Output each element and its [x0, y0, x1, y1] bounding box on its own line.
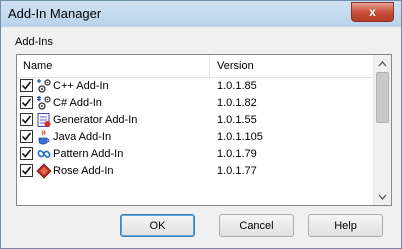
checkmark-icon	[21, 132, 32, 141]
rose-addin-icon	[36, 163, 52, 179]
list-header: Name Version	[17, 55, 374, 78]
enable-checkbox[interactable]	[20, 79, 33, 92]
vertical-scrollbar[interactable]	[373, 55, 391, 205]
enable-checkbox[interactable]	[20, 130, 33, 143]
addin-version: 1.0.1.55	[217, 114, 257, 126]
title-bar[interactable]: Add-In Manager x	[1, 1, 401, 27]
enable-checkbox[interactable]	[20, 113, 33, 126]
add-in-manager-window: Add-In Manager x Add-Ins Name Version C+…	[0, 0, 402, 249]
pattern-addin-icon	[36, 146, 52, 162]
addin-name: C++ Add-In	[53, 80, 109, 92]
list-item[interactable]: Pattern Add-In 1.0.1.79	[17, 146, 374, 163]
addin-version: 1.0.1.79	[217, 148, 257, 160]
window-title: Add-In Manager	[8, 6, 102, 21]
checkmark-icon	[21, 115, 32, 124]
addin-version: 1.0.1.85	[217, 80, 257, 92]
scroll-down-button[interactable]	[374, 188, 391, 205]
add-ins-group-label: Add-Ins	[15, 36, 53, 48]
list-item[interactable]: Generator Add-In 1.0.1.55	[17, 112, 374, 129]
checkmark-icon	[21, 149, 32, 158]
enable-checkbox[interactable]	[20, 147, 33, 160]
column-separator[interactable]	[209, 55, 210, 77]
list-item[interactable]: C++ Add-In 1.0.1.85	[17, 78, 374, 95]
addin-name: Generator Add-In	[53, 114, 138, 126]
java-addin-icon	[36, 129, 52, 145]
addin-name: Pattern Add-In	[53, 148, 124, 160]
csharp-addin-icon	[36, 95, 52, 111]
checkmark-icon	[21, 81, 32, 90]
close-button[interactable]: x	[351, 2, 394, 22]
enable-checkbox[interactable]	[20, 164, 33, 177]
list-item[interactable]: Java Add-In 1.0.1.105	[17, 129, 374, 146]
addin-name: Java Add-In	[53, 131, 112, 143]
generator-addin-icon	[36, 112, 52, 128]
addin-name: Rose Add-In	[53, 165, 114, 177]
dialog-body: Add-Ins Name Version C++ Add-In 1.0.1.85…	[9, 27, 393, 241]
add-ins-list[interactable]: Name Version C++ Add-In 1.0.1.85 C# Add-…	[16, 54, 392, 206]
scroll-thumb[interactable]	[376, 72, 389, 123]
chevron-up-icon	[378, 60, 387, 66]
close-icon: x	[369, 5, 376, 19]
addin-name: C# Add-In	[53, 97, 102, 109]
list-item[interactable]: Rose Add-In 1.0.1.77	[17, 163, 374, 180]
checkmark-icon	[21, 98, 32, 107]
chevron-down-icon	[378, 194, 387, 200]
addin-version: 1.0.1.82	[217, 97, 257, 109]
cancel-button[interactable]: Cancel	[219, 214, 294, 237]
list-item[interactable]: C# Add-In 1.0.1.82	[17, 95, 374, 112]
ok-button[interactable]: OK	[120, 214, 195, 237]
addin-version: 1.0.1.105	[217, 131, 263, 143]
help-button[interactable]: Help	[308, 214, 383, 237]
column-header-name[interactable]: Name	[23, 60, 52, 72]
enable-checkbox[interactable]	[20, 96, 33, 109]
column-header-version[interactable]: Version	[217, 60, 254, 72]
scroll-up-button[interactable]	[374, 55, 391, 72]
addin-version: 1.0.1.77	[217, 165, 257, 177]
checkmark-icon	[21, 166, 32, 175]
cpp-addin-icon	[36, 78, 52, 94]
